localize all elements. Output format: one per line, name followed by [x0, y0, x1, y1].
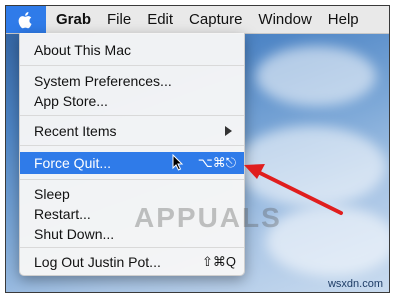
watermark-site: wsxdn.com	[327, 278, 383, 290]
annotation-arrow-icon	[244, 164, 343, 215]
screenshot-frame: Grab File Edit Capture Window Help About…	[5, 5, 390, 293]
watermark-logo: APPUALS	[134, 202, 282, 233]
